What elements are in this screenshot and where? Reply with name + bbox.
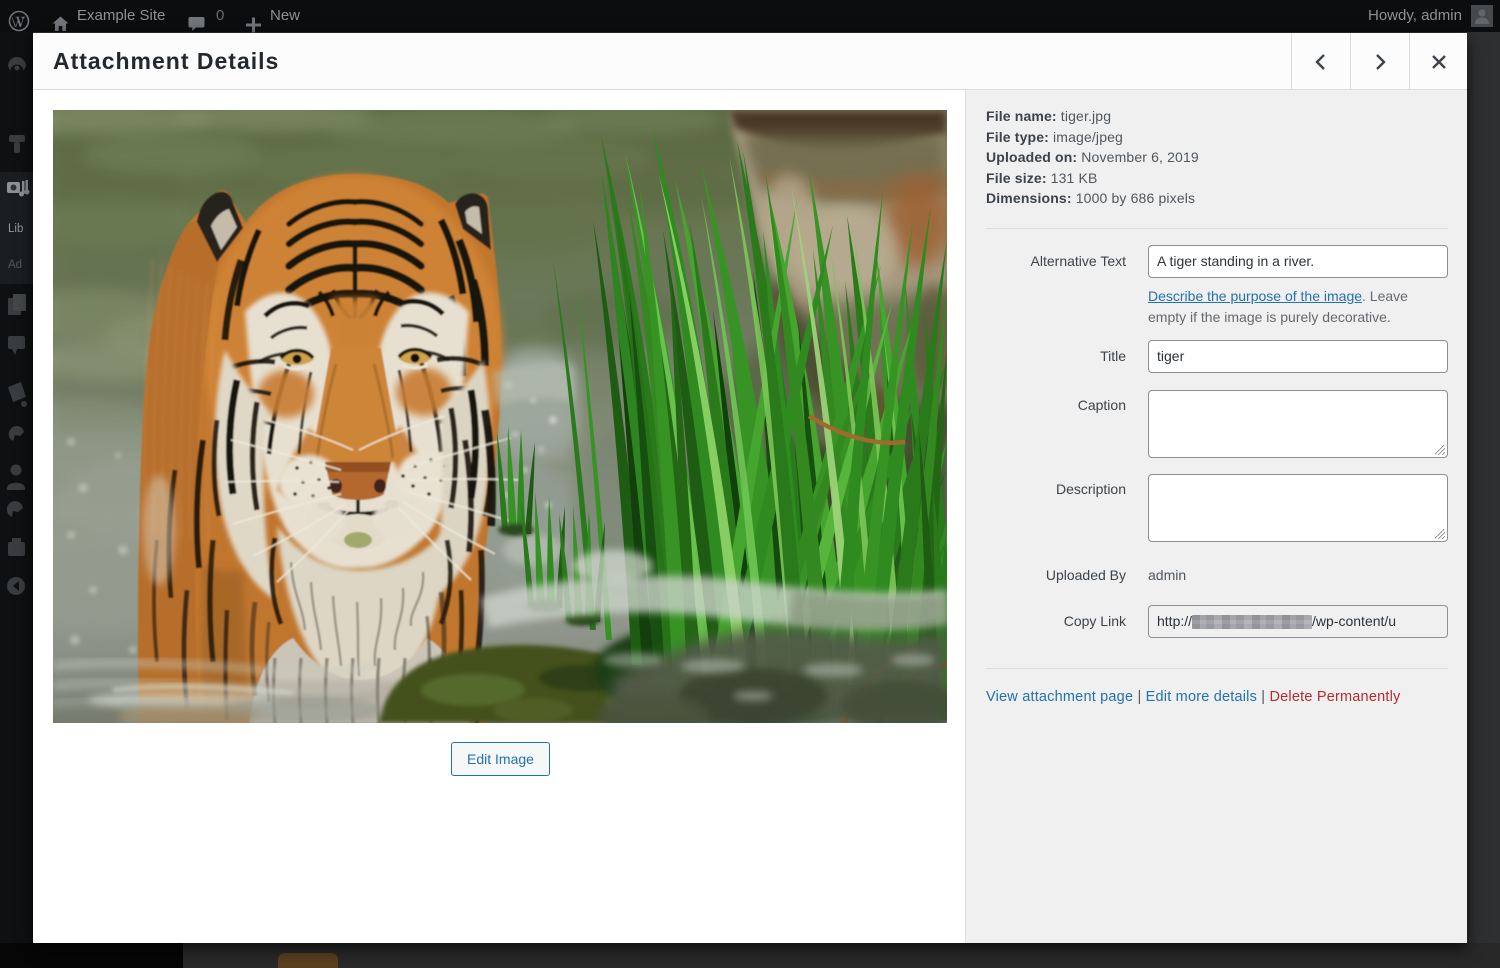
svg-text:Ad: Ad (8, 259, 22, 271)
svg-text:Lib: Lib (8, 223, 23, 235)
